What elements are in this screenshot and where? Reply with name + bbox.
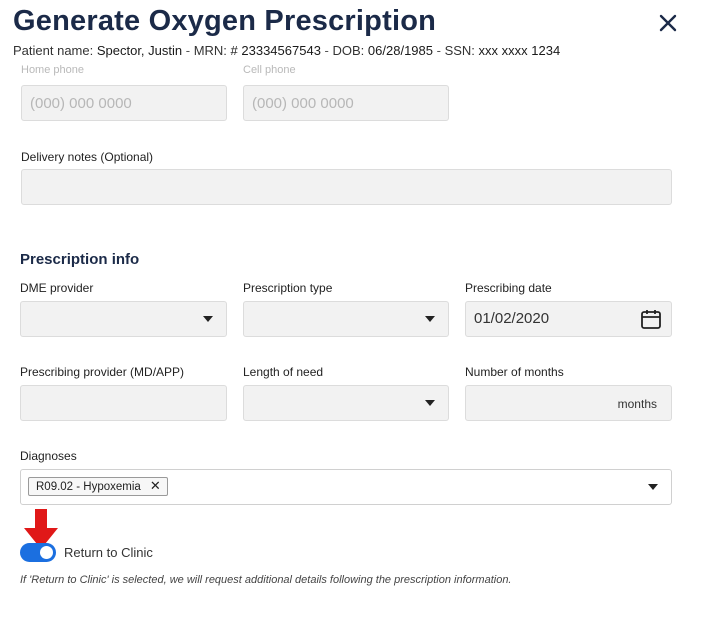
ssn-label: SSN: [444,43,475,58]
home-phone-placeholder: (000) 000 0000 [30,95,132,112]
prescribing-date-value: 01/02/2020 [474,310,550,327]
prescription-type-select[interactable] [243,301,449,337]
diagnosis-chip: R09.02 - Hypoxemia ✕ [28,477,168,496]
home-phone-input[interactable]: (000) 000 0000 [21,85,227,121]
mrn-label: MRN: [193,43,227,58]
modal-header: Generate Oxygen Prescription Patient nam… [0,0,707,64]
return-to-clinic-note: If 'Return to Clinic' is selected, we wi… [20,574,512,586]
ssn-value: xxx xxxx 1234 [478,43,561,58]
return-to-clinic-toggle[interactable] [20,543,56,562]
return-to-clinic-label: Return to Clinic [64,545,153,560]
cell-phone-placeholder: (000) 000 0000 [252,95,354,112]
diagnosis-chip-label: R09.02 - Hypoxemia [36,481,141,493]
delivery-notes-label: Delivery notes (Optional) [21,150,154,164]
prescribing-provider-input[interactable] [20,385,227,421]
remove-chip-icon[interactable]: ✕ [150,479,161,492]
home-phone-label: Home phone [21,64,84,76]
dme-provider-label: DME provider [20,281,94,295]
length-of-need-label: Length of need [243,365,324,379]
cell-phone-label: Cell phone [243,64,296,76]
prescription-type-label: Prescription type [243,281,333,295]
length-of-need-select[interactable] [243,385,449,421]
patient-name: Spector, Justin [96,43,183,58]
number-of-months-label: Number of months [465,365,564,379]
chevron-down-icon [425,400,435,406]
form-scroll-area[interactable]: Home phone Cell phone (000) 000 0000 (00… [0,64,707,639]
calendar-icon[interactable] [640,308,662,330]
mrn-value: # 23334567543 [230,43,321,58]
patient-info-line: Patient name: Spector, Justin - MRN: # 2… [13,43,561,58]
number-of-months-input[interactable]: months [465,385,672,421]
cell-phone-input[interactable]: (000) 000 0000 [243,85,449,121]
close-icon[interactable] [655,10,681,36]
prescribing-provider-label: Prescribing provider (MD/APP) [20,365,185,379]
dme-provider-select[interactable] [20,301,227,337]
diagnoses-multiselect[interactable]: R09.02 - Hypoxemia ✕ [20,469,672,505]
diagnoses-label: Diagnoses [20,449,77,463]
chevron-down-icon [203,316,213,322]
prescribing-date-label: Prescribing date [465,281,552,295]
prescribing-date-input[interactable]: 01/02/2020 [465,301,672,337]
chevron-down-icon [425,316,435,322]
chevron-down-icon [648,484,658,490]
prescription-section-title: Prescription info [20,251,140,268]
patient-name-label: Patient name: [13,43,94,58]
delivery-notes-input[interactable] [21,169,672,205]
page-title: Generate Oxygen Prescription [13,5,437,37]
months-suffix: months [617,397,657,411]
toggle-knob [40,546,53,559]
dob-label: DOB: [332,43,365,58]
dob-value: 06/28/1985 [367,43,433,58]
